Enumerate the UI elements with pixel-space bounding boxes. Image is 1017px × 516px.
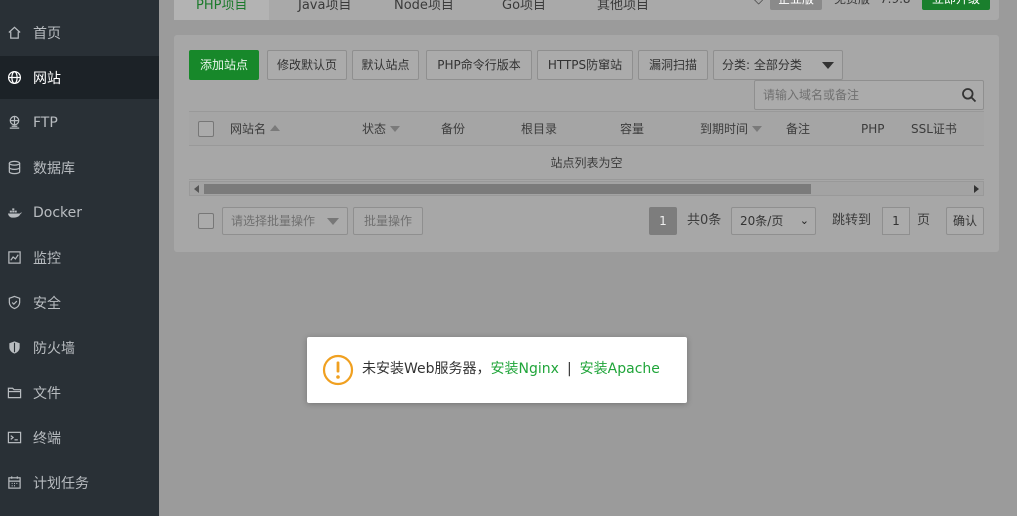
column-root-dir: 根目录 — [521, 122, 558, 136]
column-backup: 备份 — [441, 122, 466, 136]
install-apache-link[interactable]: 安装Apache — [580, 361, 660, 377]
sidebar-item-firewall[interactable]: 防火墙 — [0, 326, 159, 369]
scrollbar-thumb[interactable] — [204, 184, 811, 194]
goto-label: 跳转到 — [832, 213, 872, 228]
sidebar-item-label: 计划任务 — [33, 475, 89, 492]
column-capacity: 容量 — [620, 122, 645, 136]
sidebar-item-files[interactable]: 文件 — [0, 371, 159, 414]
globe-icon — [6, 70, 22, 86]
batch-operation-placeholder: 请选择批量操作 — [231, 214, 316, 228]
enterprise-badge[interactable]: 企业版 — [770, 0, 823, 10]
table-header: 网站名 状态 备份 根目录 容量 到期时间 备注 PHP SSL证书 — [189, 111, 984, 146]
scroll-left-icon[interactable] — [194, 185, 199, 193]
current-page[interactable]: 1 — [649, 207, 677, 235]
dialog-separator: | — [566, 361, 572, 377]
goto-page-input[interactable] — [882, 207, 910, 235]
total-count: 共0条 — [687, 213, 722, 228]
sidebar-item-terminal[interactable]: 终端 — [0, 416, 159, 459]
sidebar-item-home[interactable]: 首页 — [0, 11, 159, 54]
column-site-name[interactable]: 网站名 — [230, 112, 281, 146]
calendar-icon — [6, 475, 22, 491]
ftp-icon — [6, 115, 22, 131]
dialog-message-text: 未安装Web服务器， — [362, 361, 491, 377]
table-empty-message: 站点列表为空 — [189, 146, 984, 180]
tab-node-project[interactable]: Node项目 — [394, 0, 454, 20]
docker-icon — [6, 205, 22, 221]
edition-label: 免费版 — [834, 0, 870, 10]
sidebar: 首页 网站 FTP 数据库 Docker 监控 安全 防火墙 文件 终端 计划任… — [0, 0, 159, 516]
select-all-checkbox[interactable] — [198, 121, 214, 137]
sidebar-item-label: 网站 — [33, 70, 61, 87]
page-unit-label: 页 — [917, 213, 931, 228]
column-status[interactable]: 状态 — [362, 112, 401, 146]
sidebar-item-monitor[interactable]: 监控 — [0, 236, 159, 279]
tab-php-project[interactable]: PHP项目 — [174, 0, 270, 20]
vuln-scan-button[interactable]: 漏洞扫描 — [638, 50, 708, 80]
https-protect-button[interactable]: HTTPS防窜站 — [537, 50, 633, 80]
footer-select-all-checkbox[interactable] — [198, 213, 214, 229]
add-site-button[interactable]: 添加站点 — [189, 50, 259, 80]
column-php: PHP — [861, 122, 885, 136]
sidebar-item-docker[interactable]: Docker — [0, 191, 159, 234]
sort-desc-icon — [390, 126, 401, 132]
no-web-server-dialog: 未安装Web服务器，安装Nginx | 安装Apache — [307, 337, 687, 403]
terminal-icon — [6, 430, 22, 446]
sidebar-item-label: 终端 — [33, 430, 61, 447]
sidebar-item-label: 防火墙 — [33, 340, 75, 357]
sidebar-item-ftp[interactable]: FTP — [0, 101, 159, 144]
search-input[interactable] — [755, 81, 951, 109]
tab-go-project[interactable]: Go项目 — [502, 0, 546, 20]
chevron-down-icon — [822, 62, 834, 69]
edit-default-page-button[interactable]: 修改默认页 — [267, 50, 347, 80]
home-icon — [6, 25, 22, 41]
per-page-select[interactable]: 20条/页 ⌄ — [731, 207, 816, 235]
folder-icon — [6, 385, 22, 401]
site-list-panel: 添加站点 修改默认页 默认站点 PHP命令行版本 HTTPS防窜站 漏洞扫描 分… — [174, 35, 999, 252]
sidebar-item-security[interactable]: 安全 — [0, 281, 159, 324]
database-icon — [6, 160, 22, 176]
sidebar-item-website[interactable]: 网站 — [0, 56, 159, 99]
default-site-button[interactable]: 默认站点 — [352, 50, 419, 80]
column-ssl: SSL证书 — [911, 122, 957, 136]
sidebar-item-label: Docker — [33, 204, 83, 221]
install-nginx-link[interactable]: 安装Nginx — [491, 361, 559, 377]
goto-confirm-button[interactable]: 确认 — [946, 207, 984, 235]
dialog-message: 未安装Web服务器，安装Nginx | 安装Apache — [362, 359, 660, 379]
column-expiry[interactable]: 到期时间 — [700, 112, 763, 146]
main-content: PHP项目 Java项目 Node项目 Go项目 其他项目 ◇ 企业版 免费版 … — [159, 0, 1017, 516]
horizontal-scrollbar[interactable] — [189, 181, 984, 196]
sort-desc-icon — [752, 126, 763, 132]
per-page-value: 20条/页 — [740, 214, 784, 228]
category-select[interactable]: 分类: 全部分类 — [713, 50, 843, 80]
shield-icon — [6, 295, 22, 311]
version-label: 7.9.8 — [880, 0, 911, 10]
sidebar-item-label: 文件 — [33, 385, 61, 402]
category-select-value: 分类: 全部分类 — [722, 58, 802, 72]
sort-asc-icon — [270, 125, 281, 131]
sidebar-item-label: 监控 — [33, 250, 61, 267]
sidebar-item-label: FTP — [33, 114, 58, 131]
sidebar-item-cron[interactable]: 计划任务 — [0, 461, 159, 504]
chevron-down-icon — [327, 218, 339, 225]
search-box — [754, 80, 984, 110]
sidebar-item-label: 首页 — [33, 25, 61, 42]
monitor-icon — [6, 250, 22, 266]
warning-icon — [322, 354, 354, 386]
firewall-icon — [6, 340, 22, 356]
project-tabbar: PHP项目 Java项目 Node项目 Go项目 其他项目 ◇ 企业版 免费版 … — [174, 0, 999, 20]
upgrade-button[interactable]: 立即升级 — [922, 0, 991, 10]
tab-other-project[interactable]: 其他项目 — [597, 0, 649, 20]
php-cli-version-button[interactable]: PHP命令行版本 — [426, 50, 532, 80]
tab-java-project[interactable]: Java项目 — [298, 0, 351, 20]
batch-operation-button[interactable]: 批量操作 — [353, 207, 423, 235]
sidebar-item-label: 数据库 — [33, 160, 75, 177]
batch-operation-select[interactable]: 请选择批量操作 — [222, 207, 348, 235]
chevron-down-icon: ⌄ — [799, 214, 809, 227]
sidebar-item-database[interactable]: 数据库 — [0, 146, 159, 189]
search-icon[interactable] — [961, 87, 977, 103]
sidebar-item-label: 安全 — [33, 295, 61, 312]
scroll-right-icon[interactable] — [974, 185, 979, 193]
column-remark: 备注 — [786, 122, 811, 136]
diamond-icon: ◇ — [754, 0, 763, 10]
